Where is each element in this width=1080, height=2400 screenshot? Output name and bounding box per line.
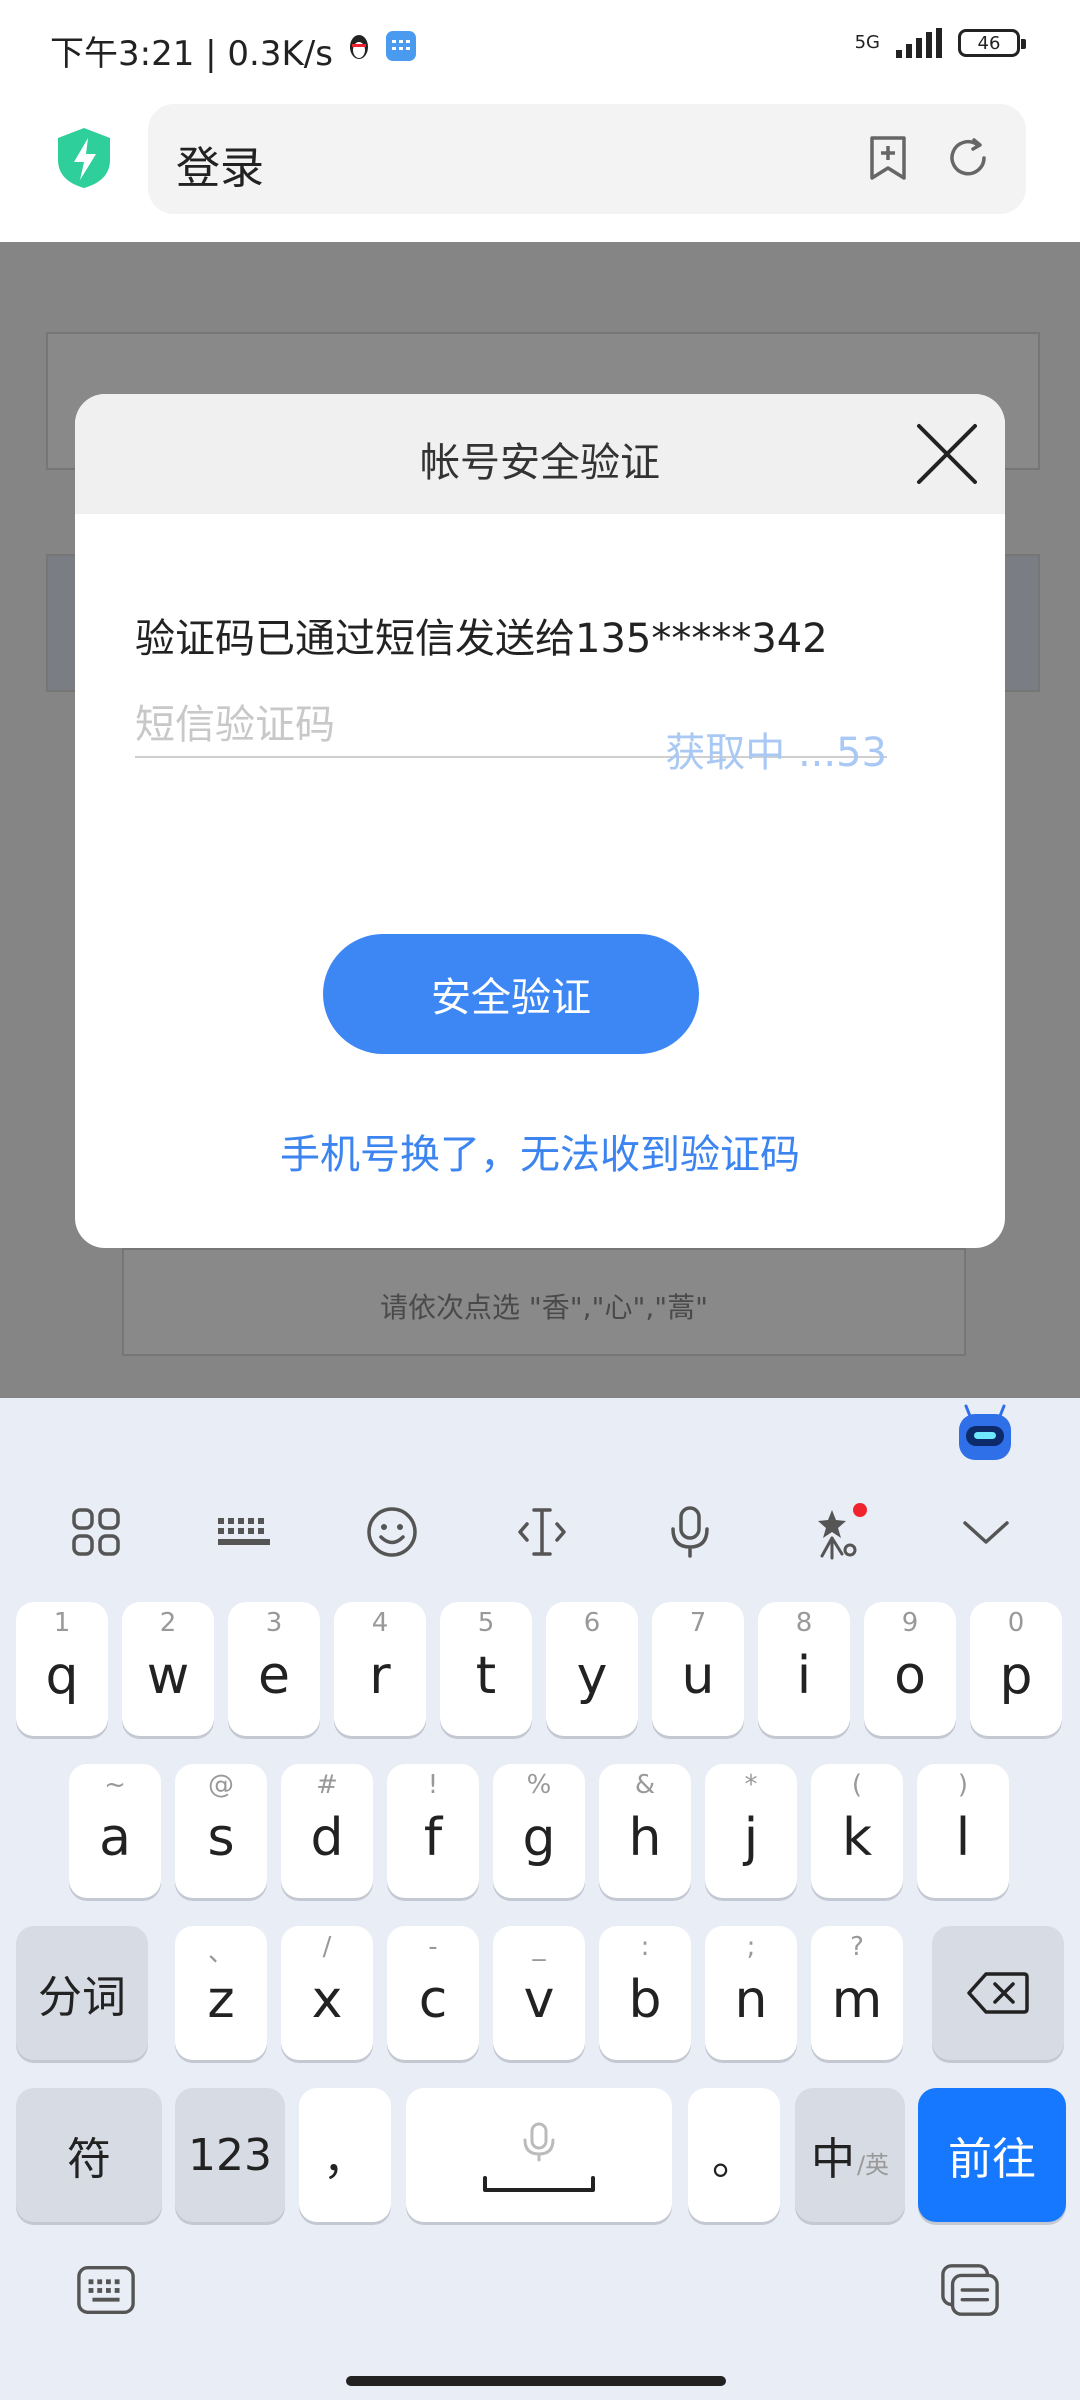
dialog-title: 帐号安全验证	[420, 440, 660, 486]
key-d[interactable]: # d	[281, 1764, 373, 1898]
dialog-header: 帐号安全验证	[75, 394, 1005, 514]
signal-icon	[896, 28, 942, 58]
switch-keyboard-icon[interactable]	[76, 2260, 136, 2320]
space-mic-icon	[483, 2122, 595, 2192]
key-l[interactable]: ) l	[917, 1764, 1009, 1898]
key-w[interactable]: 2w	[122, 1602, 214, 1736]
clipboard-icon[interactable]	[940, 2260, 1000, 2320]
key-t[interactable]: 5t	[440, 1602, 532, 1736]
key-f[interactable]: ! f	[387, 1764, 479, 1898]
keyboard-layout-icon[interactable]	[214, 1502, 274, 1562]
key-y[interactable]: 6y	[546, 1602, 638, 1736]
segment-key[interactable]: 分词	[16, 1926, 148, 2060]
key-o[interactable]: 9o	[864, 1602, 956, 1736]
key-c[interactable]: -c	[387, 1926, 479, 2060]
refresh-icon[interactable]	[944, 134, 992, 182]
close-icon	[917, 424, 977, 484]
qq-penguin-icon	[347, 31, 371, 71]
key-q[interactable]: 1q	[16, 1602, 108, 1736]
battery-level: 46	[977, 32, 1001, 54]
network-type: 5G	[854, 32, 880, 53]
battery-icon: 46	[958, 29, 1026, 57]
collapse-keyboard-icon[interactable]	[956, 1502, 1016, 1562]
comma-key[interactable]: ，	[299, 2088, 391, 2222]
soft-keyboard: 1q 2w 3e 4r 5t 6y 7u 8i 9o 0p ~ a @ s # d !…	[0, 1398, 1080, 2400]
key-z[interactable]: 、 z	[175, 1926, 267, 2060]
key-j[interactable]: * j	[705, 1764, 797, 1898]
key-s[interactable]: @ s	[175, 1764, 267, 1898]
backspace-key[interactable]	[932, 1926, 1064, 2060]
key-a[interactable]: ~ a	[69, 1764, 161, 1898]
language-toggle-key[interactable]: 中/英	[795, 2088, 905, 2222]
home-indicator[interactable]	[346, 2376, 726, 2386]
key-v[interactable]: _ v	[493, 1926, 585, 2060]
security-verify-button[interactable]: 安全验证	[323, 934, 699, 1054]
key-p[interactable]: 0p	[970, 1602, 1062, 1736]
space-key[interactable]	[406, 2088, 672, 2222]
key-e[interactable]: 3e	[228, 1602, 320, 1736]
status-left: 下午3:21 | 0.3K/s	[50, 26, 417, 75]
resend-countdown: 获取中 ...53	[665, 730, 887, 776]
key-u[interactable]: 7u	[652, 1602, 744, 1736]
key-r[interactable]: 4r	[334, 1602, 426, 1736]
language-sub: /英	[856, 2150, 890, 2179]
key-b[interactable]: :b	[599, 1926, 691, 2060]
phone-changed-link[interactable]: 手机号换了，无法收到验证码	[75, 1122, 1005, 1180]
key-i[interactable]: 8i	[758, 1602, 850, 1736]
backspace-icon	[967, 1972, 1029, 2014]
page-title: 登录	[176, 143, 264, 194]
assistant-robot-icon[interactable]	[956, 1404, 1014, 1464]
key-m[interactable]: ? m	[811, 1926, 903, 2060]
close-button[interactable]	[913, 420, 981, 488]
security-verification-dialog: 帐号安全验证 验证码已通过短信发送给135*****342 获取中 ...53 …	[75, 394, 1005, 1248]
status-bar: 下午3:21 | 0.3K/s 5G 46	[0, 0, 1080, 96]
status-time-speed: 下午3:21 | 0.3K/s	[50, 34, 333, 74]
app-notification-icon	[385, 30, 417, 71]
language-main: 中	[810, 2134, 855, 2185]
shield-bolt-icon[interactable]	[54, 126, 114, 190]
go-key[interactable]: 前往	[918, 2088, 1066, 2222]
emoji-icon[interactable]	[362, 1502, 422, 1562]
key-n[interactable]: ; n	[705, 1926, 797, 2060]
key-h[interactable]: & h	[599, 1764, 691, 1898]
sms-sent-info: 验证码已通过短信发送给135*****342	[135, 616, 828, 662]
number-key[interactable]: 123	[175, 2088, 285, 2222]
magic-sparkle-icon[interactable]	[808, 1502, 868, 1562]
status-right: 5G 46	[854, 28, 1026, 58]
text-cursor-icon[interactable]	[512, 1502, 572, 1562]
key-k[interactable]: (k	[811, 1764, 903, 1898]
period-key[interactable]: 。	[688, 2088, 780, 2222]
key-x[interactable]: / x	[281, 1926, 373, 2060]
add-bookmark-icon[interactable]	[864, 134, 912, 182]
address-bar[interactable]: 登录	[148, 104, 1026, 214]
browser-top-bar: 登录	[0, 96, 1080, 242]
microphone-icon[interactable]	[660, 1502, 720, 1562]
key-g[interactable]: % g	[493, 1764, 585, 1898]
symbol-key[interactable]: 符	[16, 2088, 162, 2222]
grid-menu-icon[interactable]	[66, 1502, 126, 1562]
